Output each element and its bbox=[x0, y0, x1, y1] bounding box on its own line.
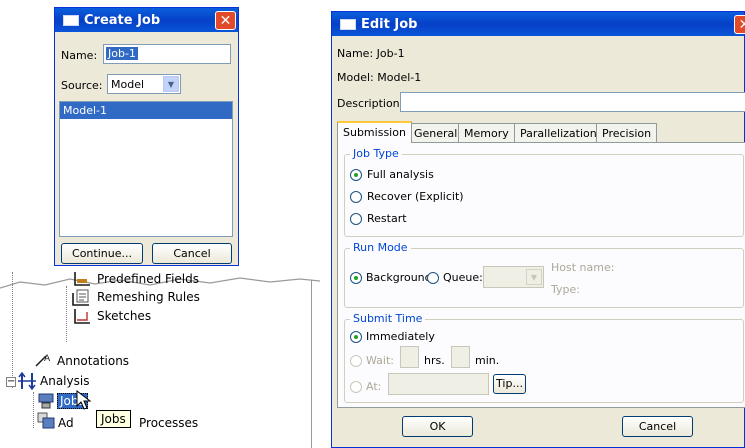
at-radio[interactable] bbox=[350, 381, 362, 393]
background-label[interactable]: Background bbox=[366, 271, 432, 284]
tree-item-remeshing-rules[interactable]: Remeshing Rules bbox=[97, 290, 200, 304]
tip-button[interactable]: Tip... bbox=[493, 374, 526, 394]
wait-label: Wait: bbox=[366, 354, 394, 367]
queue-radio[interactable] bbox=[427, 272, 439, 284]
restart-radio[interactable] bbox=[350, 213, 362, 225]
create-job-title: Create Job bbox=[84, 12, 161, 28]
wait-minutes-input[interactable] bbox=[451, 346, 470, 368]
recover-explicit-radio[interactable] bbox=[350, 191, 362, 203]
predefined-fields-icon bbox=[74, 272, 90, 286]
continue-button[interactable]: Continue... bbox=[61, 243, 143, 264]
model-list[interactable]: Model-1 bbox=[59, 101, 233, 237]
create-job-titlebar[interactable]: Create Job ✕ bbox=[55, 8, 238, 32]
submit-time-label: Submit Time bbox=[350, 312, 426, 325]
wait-hours-input[interactable] bbox=[400, 346, 419, 368]
model-tree: Predefined Fields Remeshing Rules Sketch… bbox=[0, 268, 320, 448]
close-icon[interactable]: ✕ bbox=[215, 11, 236, 30]
tab-submission[interactable]: Submission bbox=[337, 121, 412, 143]
wait-radio[interactable] bbox=[350, 355, 362, 367]
name-label: Name: Job-1 bbox=[337, 47, 405, 60]
analysis-icon bbox=[18, 371, 36, 391]
tab-general[interactable]: General bbox=[408, 123, 464, 143]
immediately-label[interactable]: Immediately bbox=[366, 330, 435, 343]
recover-explicit-label[interactable]: Recover (Explicit) bbox=[367, 190, 464, 203]
remeshing-rules-icon bbox=[72, 289, 89, 306]
tab-memory[interactable]: Memory bbox=[458, 123, 515, 143]
full-analysis-radio[interactable] bbox=[350, 169, 362, 181]
cancel-button[interactable]: Cancel bbox=[622, 416, 693, 437]
tooltip: Jobs bbox=[96, 410, 131, 428]
window-icon bbox=[340, 18, 356, 30]
name-value: Job-1 bbox=[106, 47, 138, 60]
restart-label[interactable]: Restart bbox=[367, 212, 407, 225]
window-icon bbox=[63, 14, 79, 26]
tree-guide-line bbox=[33, 392, 34, 428]
at-label: At: bbox=[366, 380, 382, 393]
description-input[interactable] bbox=[400, 92, 745, 112]
chevron-down-icon[interactable]: ▼ bbox=[163, 76, 179, 92]
host-name-label: Host name: bbox=[551, 261, 615, 274]
edit-job-titlebar[interactable]: Edit Job ✕ bbox=[332, 12, 745, 36]
queue-select[interactable]: ▼ bbox=[483, 266, 544, 288]
model-label: Model: Model-1 bbox=[337, 71, 422, 84]
name-value: Job-1 bbox=[376, 47, 405, 60]
chevron-down-icon[interactable]: ▼ bbox=[526, 269, 542, 285]
tree-item-analysis[interactable]: Analysis bbox=[40, 374, 89, 388]
tab-precision[interactable]: Precision bbox=[596, 123, 658, 143]
tree-item-sketches[interactable]: Sketches bbox=[97, 309, 151, 323]
tab-panel: Job Type Full analysis Recover (Explicit… bbox=[337, 142, 745, 408]
source-select[interactable]: Model ▼ bbox=[107, 74, 181, 94]
edit-job-title: Edit Job bbox=[361, 16, 418, 32]
name-input[interactable]: Job-1 bbox=[103, 44, 231, 64]
expander-icon[interactable]: − bbox=[6, 377, 16, 387]
source-label: Source: bbox=[61, 79, 103, 92]
min-label: min. bbox=[475, 354, 500, 367]
cancel-button[interactable]: Cancel bbox=[152, 243, 232, 264]
job-type-label: Job Type bbox=[350, 147, 402, 160]
tab-parallelization[interactable]: Parallelization bbox=[514, 123, 603, 143]
edit-job-dialog: Edit Job ✕ Name: Job-1 Model: Model-1 De… bbox=[331, 11, 745, 448]
source-value: Model bbox=[111, 78, 145, 91]
at-time-input[interactable] bbox=[388, 373, 489, 395]
type-label: Type: bbox=[551, 283, 580, 296]
tree-item-adaptivity-left[interactable]: Ad bbox=[58, 416, 74, 430]
queue-label[interactable]: Queue: bbox=[443, 271, 483, 284]
run-mode-label: Run Mode bbox=[350, 241, 411, 254]
full-analysis-label[interactable]: Full analysis bbox=[367, 168, 434, 181]
close-icon[interactable]: ✕ bbox=[734, 15, 745, 34]
adaptivity-processes-icon bbox=[37, 412, 55, 429]
description-label: Description: bbox=[337, 97, 404, 110]
mouse-cursor-icon bbox=[76, 390, 92, 410]
svg-text:A: A bbox=[44, 354, 51, 364]
list-item[interactable]: Model-1 bbox=[60, 102, 232, 119]
tree-frame-right bbox=[311, 280, 312, 448]
immediately-radio[interactable] bbox=[350, 331, 362, 343]
tree-guide-line bbox=[66, 286, 67, 342]
hrs-label: hrs. bbox=[424, 354, 445, 367]
name-label: Name: bbox=[61, 49, 98, 62]
sketches-icon bbox=[74, 309, 90, 324]
tree-item-annotations[interactable]: Annotations bbox=[57, 354, 129, 368]
tree-item-predefined-fields[interactable]: Predefined Fields bbox=[97, 272, 199, 286]
tree-item-adaptivity-right[interactable]: Processes bbox=[139, 416, 198, 430]
annotations-icon: A bbox=[35, 354, 51, 367]
tree-guide-line bbox=[12, 272, 13, 388]
ok-button[interactable]: OK bbox=[402, 416, 473, 437]
jobs-icon bbox=[38, 393, 54, 409]
model-value: Model-1 bbox=[377, 71, 422, 84]
background-radio[interactable] bbox=[350, 272, 362, 284]
create-job-dialog: Create Job ✕ Name: Job-1 Source: Model ▼… bbox=[54, 7, 239, 266]
